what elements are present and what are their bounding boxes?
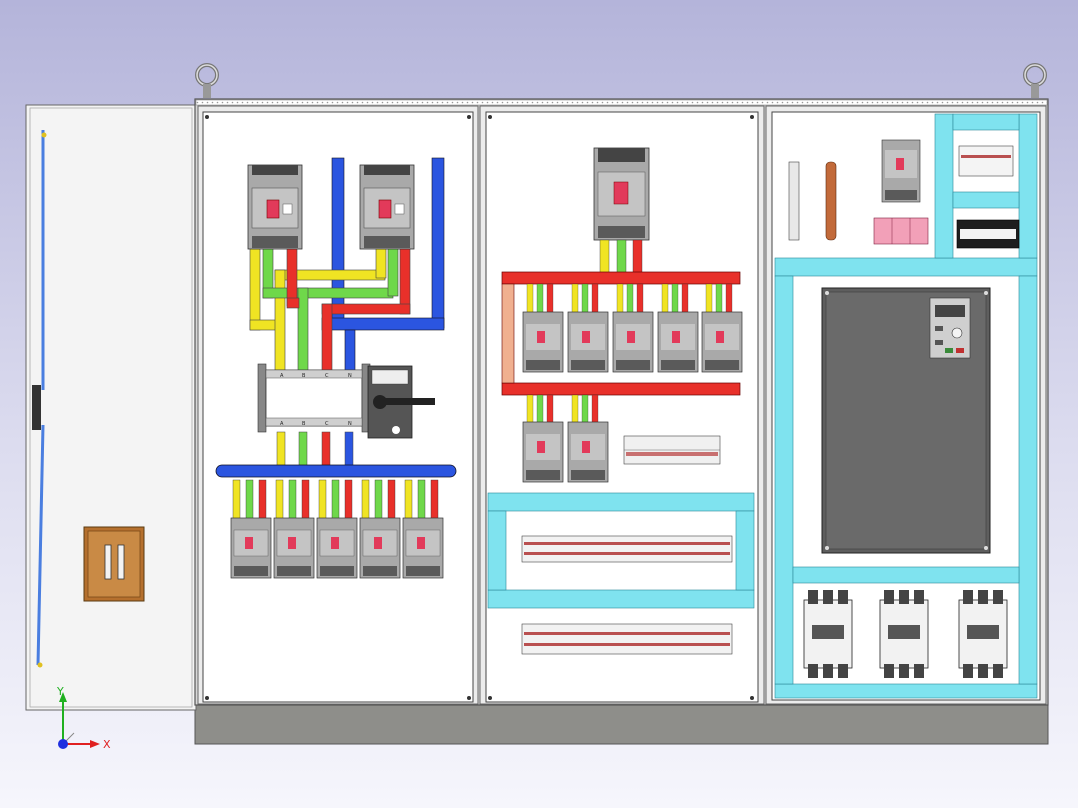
contactor[interactable] [879,590,929,678]
section-drive [765,105,1047,705]
feeder-main-breaker[interactable] [593,147,650,241]
cabinet-drawing: A B C N A B C N Y X [0,0,1078,808]
branch-breaker[interactable] [316,479,358,579]
terminal-strip [521,535,733,563]
switch-label-a: A [280,373,284,379]
main-breaker[interactable] [247,164,303,250]
terminal-bar [788,161,800,241]
relay-strip [958,145,1014,177]
switch-label-a-bottom: A [280,421,284,427]
terminal-strip [521,623,733,655]
terminal-block [623,435,721,465]
terminal-strip-dark [956,219,1020,249]
feeder-busbar-top [501,271,741,285]
switch-label-c-bottom: C [325,421,329,427]
section-feeders [479,105,765,705]
section-incoming: A B C N A B C N [197,105,479,705]
transfer-switch[interactable]: A B C N A B C N [257,363,371,433]
branch-breaker[interactable] [273,479,315,579]
switch-label-b-bottom: B [302,421,306,427]
branch-breaker[interactable] [359,479,401,579]
x-axis-label: X [103,738,111,751]
switch-label-c: C [325,373,329,379]
distribution-busbar-blue [215,464,457,478]
y-axis-label: Y [56,685,64,698]
switch-label-n-bottom: N [348,421,352,427]
contactor[interactable] [958,590,1008,678]
branch-breaker[interactable] [402,479,444,579]
open-door[interactable] [25,104,197,711]
contactor[interactable] [803,590,853,678]
plinth [194,703,1049,745]
fuse-blocks [873,217,929,245]
variable-frequency-drive[interactable] [821,287,991,554]
control-breaker[interactable] [881,139,921,203]
ground-bar [825,161,837,241]
vfd-keypad-icon[interactable] [929,297,971,359]
door-handle[interactable] [83,526,145,602]
switch-label-n: N [348,373,352,379]
main-breaker[interactable] [359,164,415,250]
feeder-busbar-bottom [501,382,741,396]
switch-label-b: B [302,373,306,379]
branch-breaker[interactable] [230,479,272,579]
